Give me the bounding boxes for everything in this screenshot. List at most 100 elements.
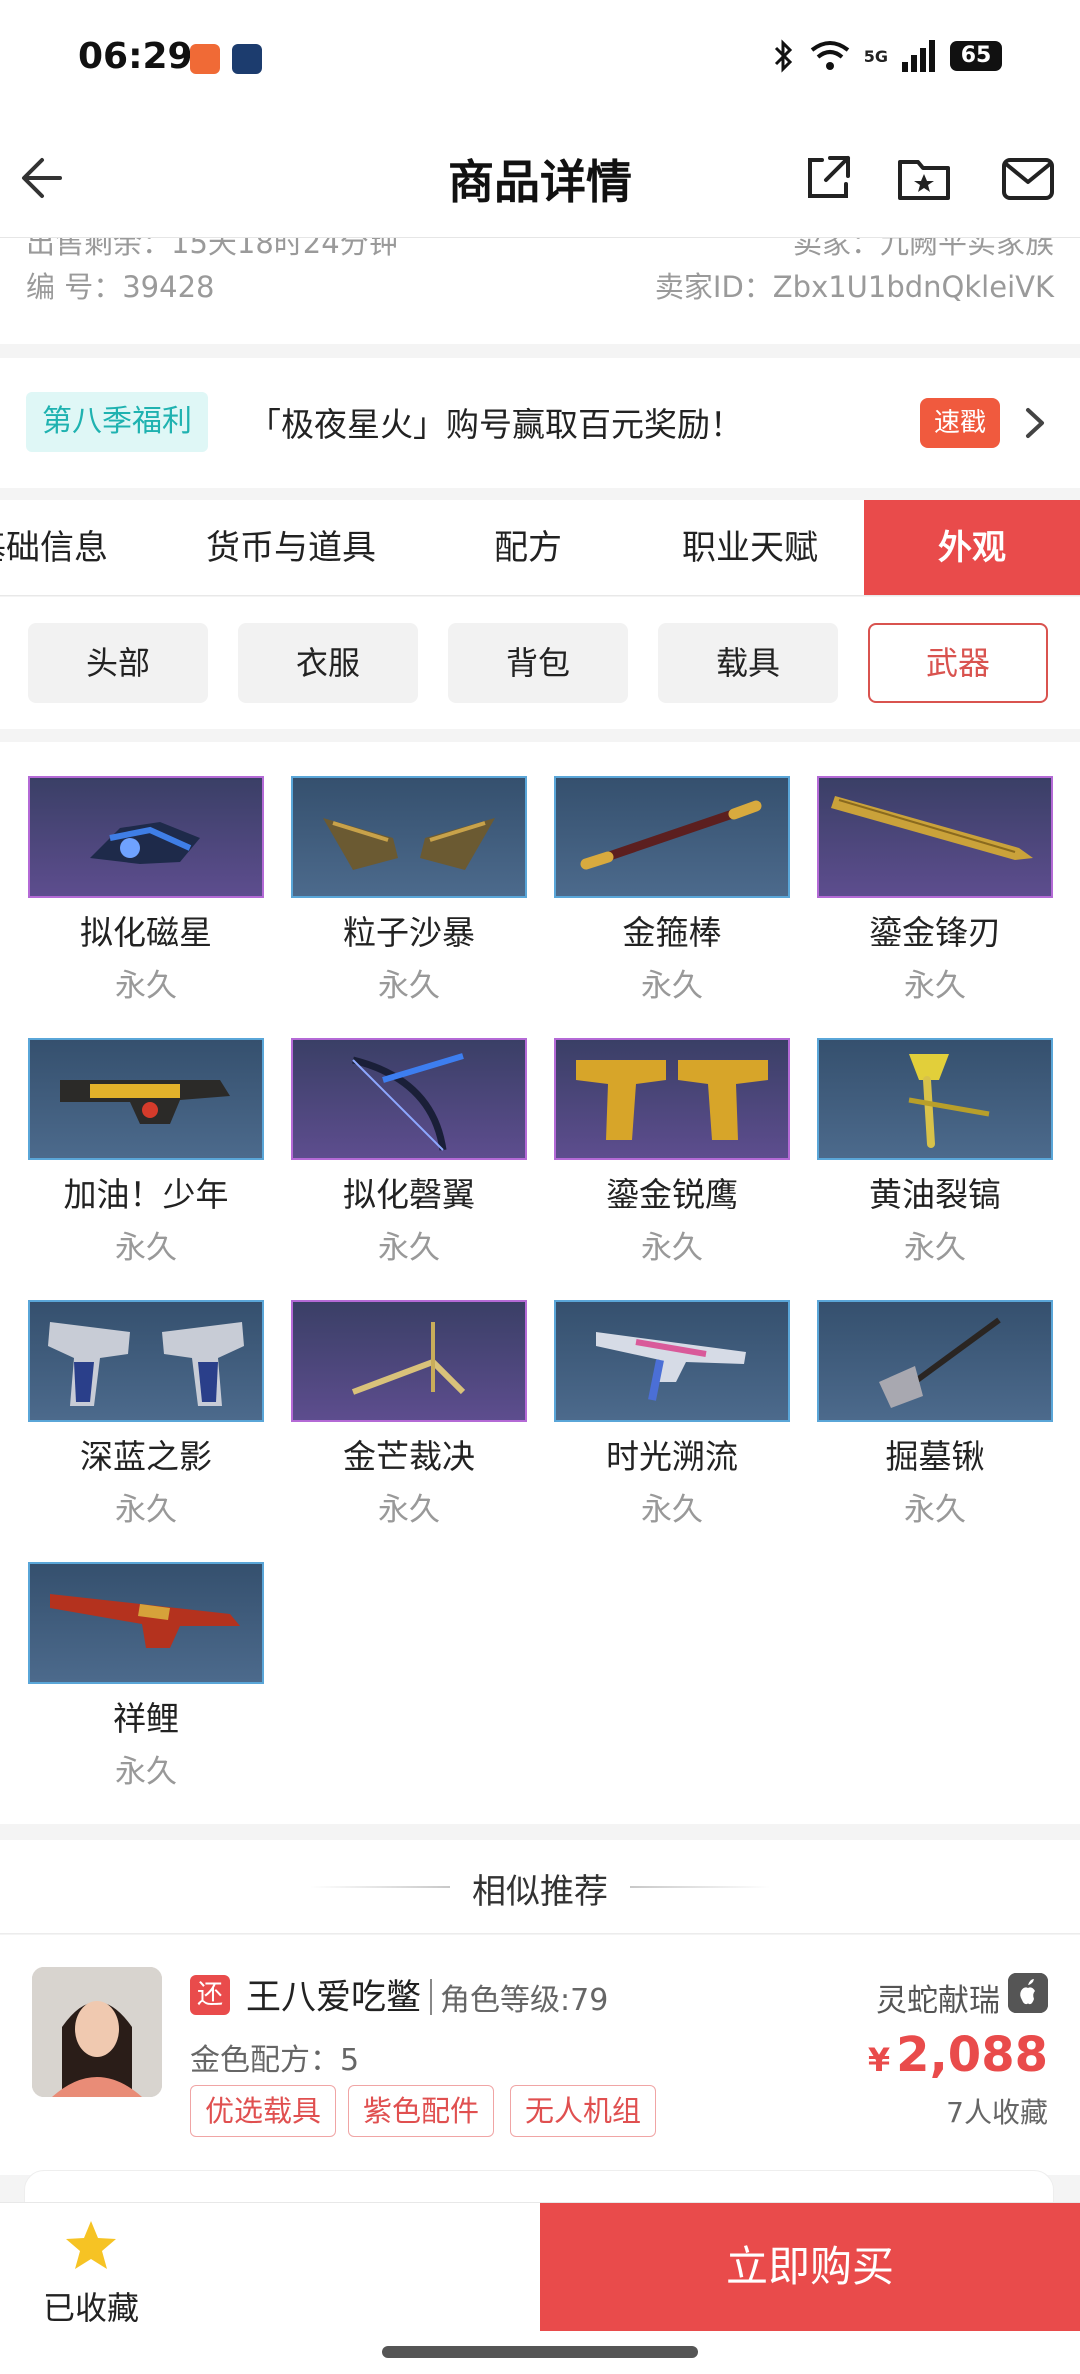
weapon-duration: 永久 (115, 968, 177, 1004)
share-icon[interactable] (800, 150, 856, 206)
weapon-thumbnail (28, 1300, 264, 1422)
apple-icon (1008, 1973, 1048, 2013)
weapon-item[interactable]: 鎏金锐鹰 永久 (554, 1038, 790, 1278)
subtab-backpack[interactable]: 背包 (448, 623, 628, 703)
account-avatar (32, 1967, 162, 2097)
weapon-item[interactable]: 时光溯流 永久 (554, 1300, 790, 1540)
weapon-item[interactable]: 金箍棒 永久 (554, 776, 790, 1016)
promo-tag: 第八季福利 (26, 392, 208, 452)
weapon-name: 鎏金锋刃 (869, 913, 1001, 952)
star-icon[interactable] (62, 2217, 120, 2275)
subtab-clothes[interactable]: 衣服 (238, 623, 418, 703)
promo-text: 「极夜星火」购号赢取百元奖励！ (248, 405, 743, 444)
weapon-name: 掘墓锹 (885, 1437, 985, 1476)
section-title: 相似推荐 (472, 1872, 608, 1912)
weapon-name: 时光溯流 (606, 1437, 738, 1476)
weapon-item[interactable]: 拟化磁星 永久 (28, 776, 264, 1016)
weapon-thumbnail (291, 776, 527, 898)
serial-number: 编 号：39428 (26, 264, 214, 306)
message-icon[interactable] (1000, 150, 1056, 206)
weapon-thumbnail (28, 1562, 264, 1684)
weapon-duration: 永久 (904, 968, 966, 1004)
feature-tag: 无人机组 (510, 2085, 657, 2137)
weapon-name: 拟化磬翼 (343, 1175, 475, 1214)
serial-value: 39428 (122, 270, 215, 304)
weapon-item[interactable]: 祥鲤 永久 (28, 1562, 264, 1802)
recommend-card[interactable]: 还 王八爱吃鳖 角色等级:79 金色配方：5 优选载具 紫色配件 无人机组 灵蛇… (0, 1935, 1080, 2175)
subtab-head[interactable]: 头部 (28, 623, 208, 703)
feature-tag: 紫色配件 (348, 2085, 495, 2137)
weapon-name: 黄油裂镐 (869, 1175, 1001, 1214)
seller-id-label: 卖家ID： (654, 270, 773, 304)
seller-id-value: Zbx1U1bdnQkleiVK (772, 270, 1054, 304)
app-notification-icon (190, 44, 220, 74)
weapon-thumbnail (817, 1038, 1053, 1160)
seller-id: 卖家ID：Zbx1U1bdnQkleiVK (655, 264, 1054, 306)
weapon-item[interactable]: 金芒裁决 永久 (291, 1300, 527, 1540)
seller-name-text: 卖家：九阙平实家族 (792, 238, 1054, 260)
promo-banner[interactable]: 第八季福利 「极夜星火」购号赢取百元奖励！ 速戳 (0, 358, 1080, 488)
weapon-item[interactable]: 拟化磬翼 永久 (291, 1038, 527, 1278)
favorite-count: 7人收藏 (946, 2096, 1048, 2129)
tab-basic-info[interactable]: 基础信息 (0, 500, 140, 595)
weapon-thumbnail (28, 776, 264, 898)
weapon-name: 鎏金锐鹰 (606, 1175, 738, 1214)
weapon-duration: 永久 (641, 1230, 703, 1266)
weapon-duration: 永久 (641, 1492, 703, 1528)
weapon-duration: 永久 (904, 1492, 966, 1528)
nav-header: 商品详情 (0, 120, 1080, 238)
favorite-folder-icon[interactable] (896, 150, 952, 206)
account-name: 王八爱吃鳖 (246, 1978, 422, 2018)
weapon-duration: 永久 (378, 1230, 440, 1266)
weapon-item[interactable]: 深蓝之影 永久 (28, 1300, 264, 1540)
tab-recipes[interactable]: 配方 (440, 500, 616, 595)
weapon-duration: 永久 (641, 968, 703, 1004)
weapon-item[interactable]: 粒子沙暴 永久 (291, 776, 527, 1016)
weapon-thumbnail (291, 1300, 527, 1422)
price: ¥2,088 (868, 2027, 1048, 2083)
status-time: 06:29 (78, 36, 193, 77)
weapon-duration: 永久 (115, 1230, 177, 1266)
appearance-subtabs: 头部 衣服 背包 载具 武器 (0, 597, 1080, 729)
weapon-item[interactable]: 鎏金锋刃 永久 (817, 776, 1053, 1016)
weapon-name: 加油！少年 (63, 1175, 229, 1214)
name-divider (430, 1979, 432, 2015)
weapon-name: 拟化磁星 (80, 913, 212, 952)
weapon-item[interactable]: 加油！少年 永久 (28, 1038, 264, 1278)
chevron-right-icon[interactable] (1020, 398, 1050, 448)
tab-appearance[interactable]: 外观 (864, 500, 1080, 595)
app-notification-icon-2 (232, 44, 262, 74)
weapon-name: 金箍棒 (622, 913, 722, 952)
role-level: 角色等级:79 (440, 1983, 609, 2018)
weapon-thumbnail (554, 1038, 790, 1160)
currency-symbol: ¥ (867, 2041, 891, 2079)
weapon-thumbnail (291, 1038, 527, 1160)
weapon-item[interactable]: 掘墓锹 永久 (817, 1300, 1053, 1540)
home-indicator (382, 2346, 698, 2358)
weapon-name: 粒子沙暴 (343, 913, 475, 952)
subtab-weapon[interactable]: 武器 (868, 623, 1048, 703)
return-badge: 还 (190, 1975, 230, 2015)
status-icons: 5G 65 (772, 38, 1002, 74)
sale-remaining-text: 出售剩余：15天18时24分钟 (26, 238, 398, 260)
weapon-duration: 永久 (115, 1492, 177, 1528)
listing-info: 出售剩余：15天18时24分钟 卖家：九阙平实家族 编 号：39428 卖家ID… (0, 238, 1080, 344)
weapon-thumbnail (554, 1300, 790, 1422)
favorite-label[interactable]: 已收藏 (26, 2283, 156, 2329)
detail-tabs: 基础信息 货币与道具 配方 职业天赋 外观 (0, 500, 1080, 596)
network-label: 5G (863, 46, 888, 66)
promo-badge[interactable]: 速戳 (920, 398, 1000, 448)
weapon-name: 金芒裁决 (343, 1437, 475, 1476)
weapon-item[interactable]: 黄油裂镐 永久 (817, 1038, 1053, 1278)
tab-talents[interactable]: 职业天赋 (640, 500, 860, 595)
weapon-duration: 永久 (904, 1230, 966, 1266)
buy-now-button[interactable]: 立即购买 (540, 2203, 1080, 2331)
subtab-vehicle[interactable]: 载具 (658, 623, 838, 703)
weapon-thumbnail (817, 776, 1053, 898)
weapon-thumbnail (28, 1038, 264, 1160)
gold-recipe-count: 金色配方：5 (190, 2043, 360, 2078)
tab-currency-items[interactable]: 货币与道具 (176, 500, 406, 595)
weapon-grid: 拟化磁星 永久 粒子沙暴 永久 金箍棒 永久 鎏金锋刃 永久 加油！少年 永久 … (0, 742, 1080, 1824)
wifi-icon (810, 41, 849, 70)
price-value: 2,088 (896, 2027, 1048, 2083)
